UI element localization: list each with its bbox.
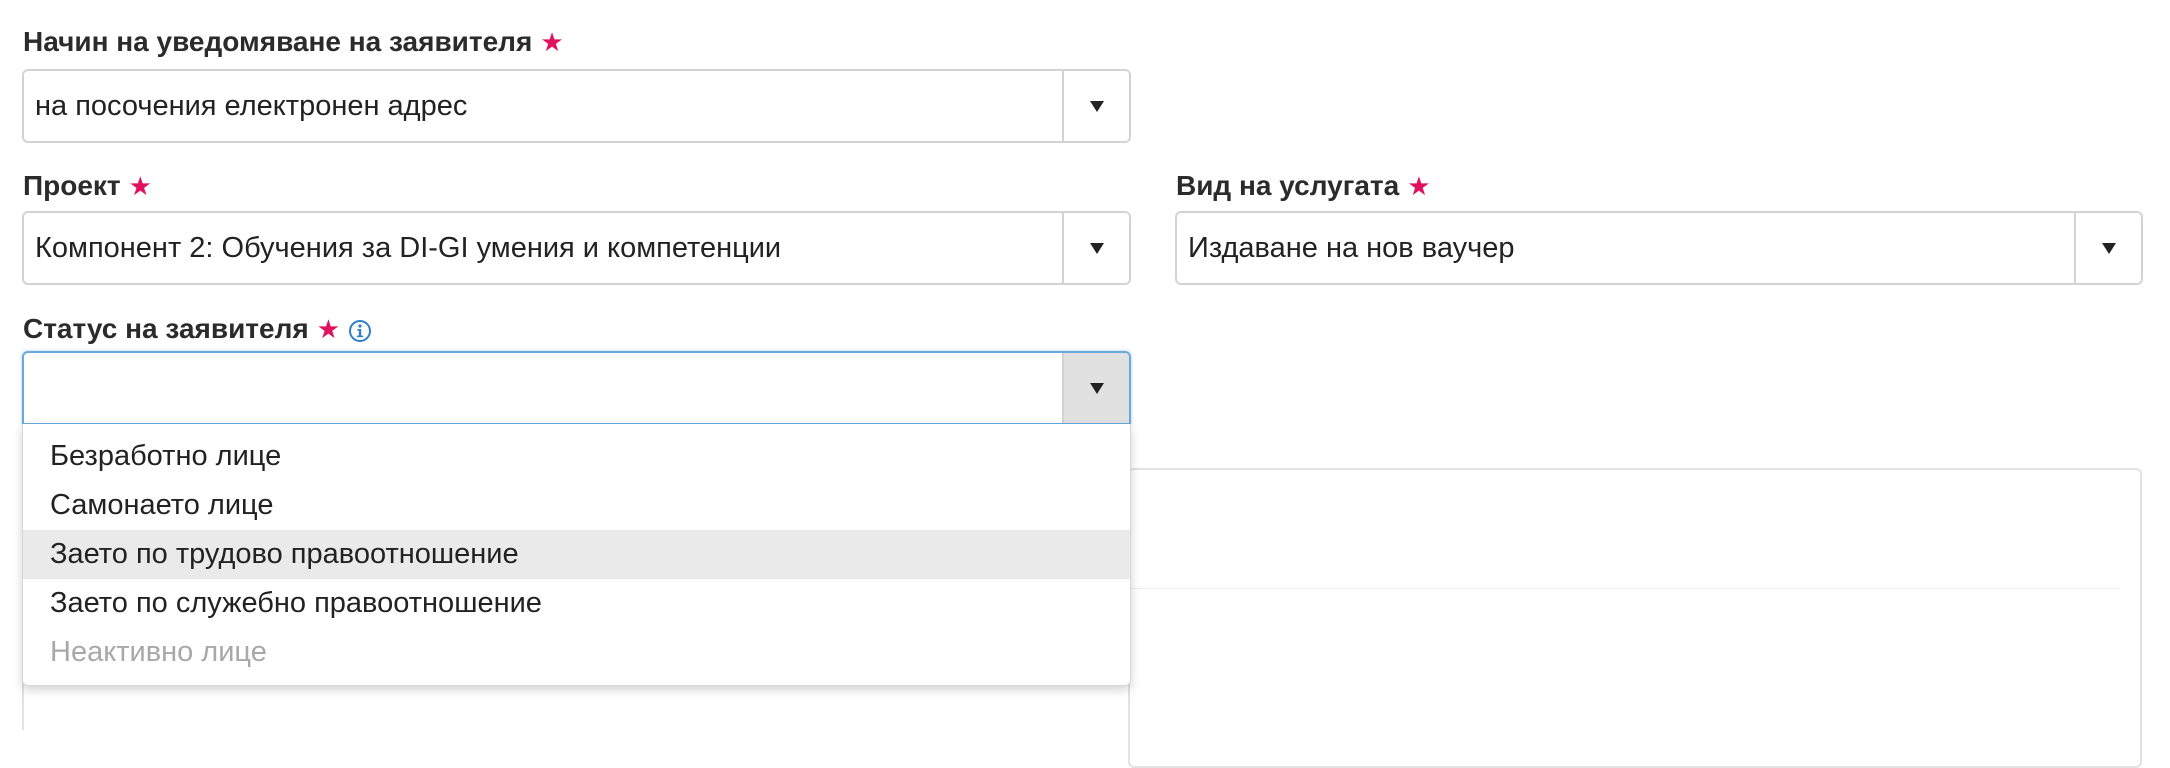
option-employed-civil-service[interactable]: Заето по служебно правоотношение <box>23 579 1130 628</box>
notification-method-select[interactable]: на посочения електронен адрес <box>22 69 1131 143</box>
project-label: Проект ★ <box>23 168 152 204</box>
notification-method-dropdown-button[interactable] <box>1062 71 1129 141</box>
option-inactive: Неактивно лице <box>50 636 267 668</box>
required-star-icon: ★ <box>316 314 341 344</box>
option-unemployed[interactable]: Безработно лице <box>23 432 1130 481</box>
service-type-label: Вид на услугата ★ <box>1176 168 1431 204</box>
caret-down-icon <box>2101 243 2116 254</box>
service-type-select[interactable]: Издаване на нов ваучер <box>1175 211 2143 285</box>
required-star-icon: ★ <box>128 171 152 201</box>
service-type-value: Издаване на нов ваучер <box>1188 232 1515 264</box>
required-star-icon: ★ <box>1407 171 1431 201</box>
notification-method-value: на посочения електронен адрес <box>35 90 468 122</box>
caret-down-icon <box>1089 101 1104 112</box>
applicant-status-select[interactable] <box>22 351 1131 425</box>
required-star-icon: ★ <box>540 27 564 57</box>
panel-divider <box>1130 588 2120 589</box>
project-dropdown-button[interactable] <box>1062 213 1129 283</box>
applicant-status-dropdown-button[interactable] <box>1062 353 1129 423</box>
applicant-status-label: Статус на заявителя ★ <box>23 311 372 347</box>
notification-method-label-text: Начин на уведомяване на заявителя <box>23 26 533 57</box>
background-panel <box>1128 468 2142 768</box>
project-label-text: Проект <box>23 170 121 201</box>
applicant-status-options-list: Безработно лице Самонаето лице Заето по … <box>22 424 1131 686</box>
service-type-dropdown-button[interactable] <box>2074 213 2141 283</box>
notification-method-label: Начин на уведомяване на заявителя ★ <box>23 24 564 60</box>
caret-down-icon <box>1089 243 1104 254</box>
project-value: Компонент 2: Обучения за DI-GI умения и … <box>35 232 782 264</box>
applicant-status-label-text: Статус на заявителя <box>23 313 309 344</box>
caret-down-icon <box>1089 383 1104 394</box>
option-employed-labor-contract[interactable]: Заето по трудово правоотношение <box>23 530 1130 579</box>
service-type-label-text: Вид на услугата <box>1176 170 1400 201</box>
option-self-employed[interactable]: Самонаето лице <box>23 481 1130 530</box>
info-icon[interactable] <box>348 316 372 342</box>
project-select[interactable]: Компонент 2: Обучения за DI-GI умения и … <box>22 211 1131 285</box>
